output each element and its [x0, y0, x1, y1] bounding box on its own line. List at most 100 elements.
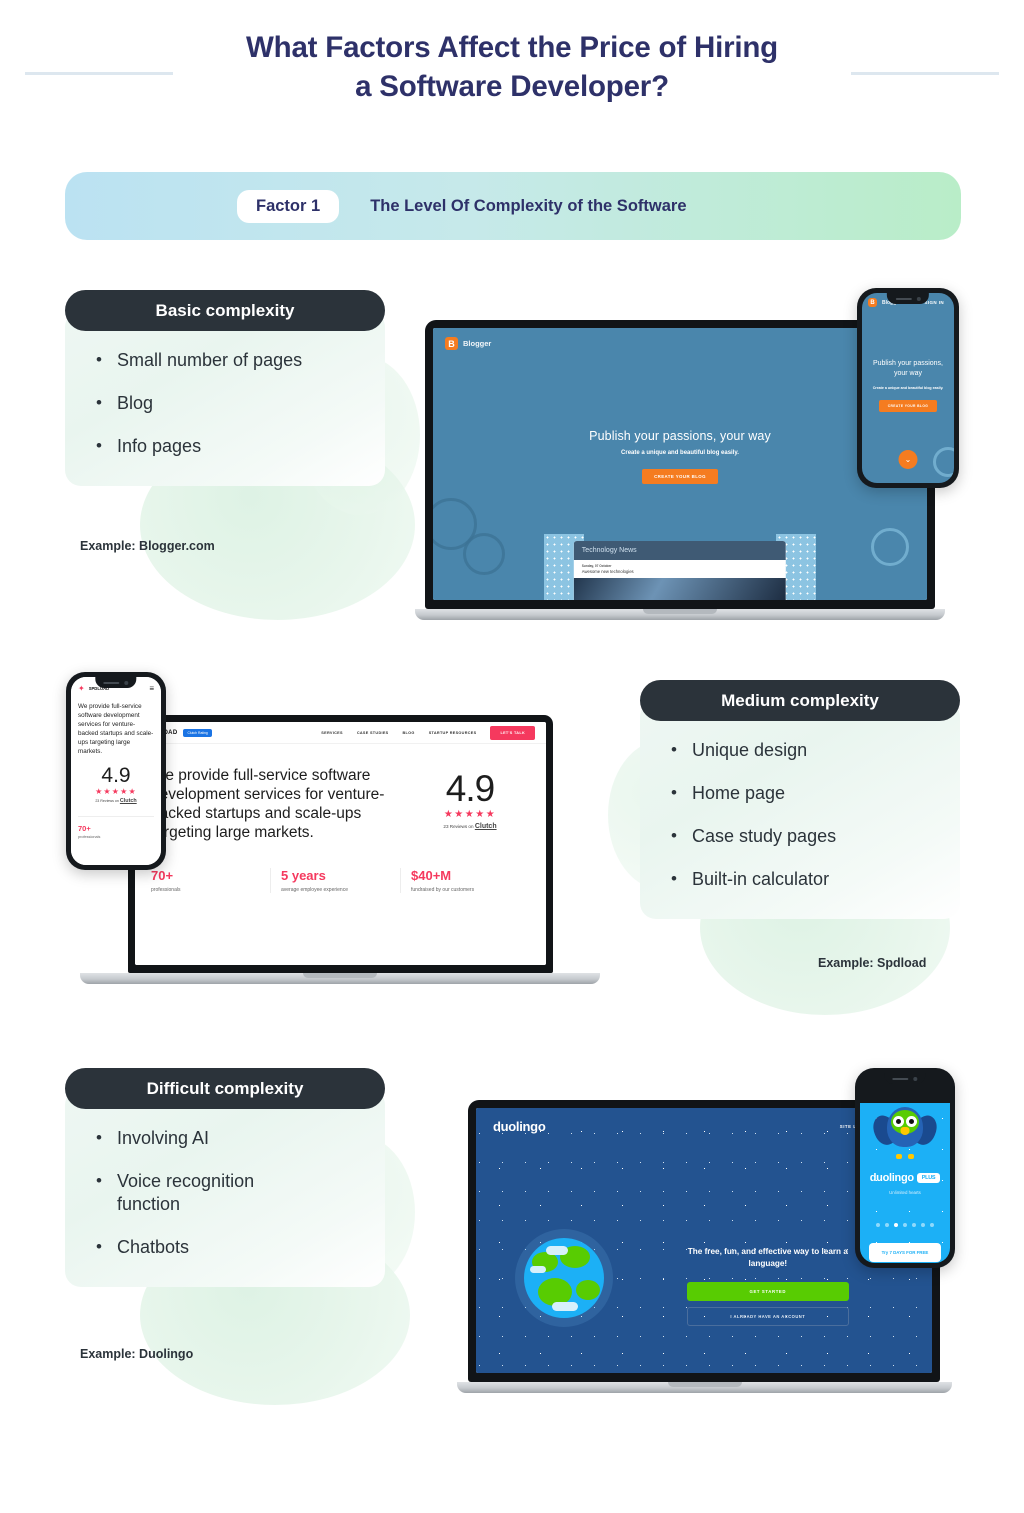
spdload-phone-mockup: ✦ SPDLOAD ≡ We provide full-service soft… — [66, 672, 166, 870]
nav-item-startup-resources[interactable]: STARTUP RESOURCES — [429, 731, 477, 735]
medium-complexity-card-body: Unique design Home page Case study pages… — [640, 701, 960, 919]
difficult-complexity-card: Difficult complexity Involving AI Voice … — [65, 1068, 385, 1287]
globe-cloud — [551, 1301, 578, 1311]
stat-label: average employee experience — [281, 887, 348, 893]
spdload-stats-row: 70+ professionals 5 years average employ… — [135, 842, 546, 893]
stat-professionals: 70+ professionals — [151, 868, 271, 893]
list-item: Involving AI — [91, 1126, 359, 1150]
phone-speaker — [892, 1077, 909, 1080]
carousel-dot[interactable] — [930, 1223, 934, 1227]
laptop-lid: SPDLOAD Clutch Rating SERVICES CASE STUD… — [128, 715, 553, 973]
blogger-signin-link[interactable]: SIGN IN — [924, 300, 944, 305]
laptop-base-notch — [303, 973, 377, 978]
list-item: Case study pages — [666, 824, 934, 848]
duolingo-get-started-button[interactable]: GET STARTED — [686, 1281, 849, 1301]
carousel-dot[interactable] — [876, 1223, 880, 1227]
duolingo-have-account-button[interactable]: I ALREADY HAVE AN ACCOUNT — [686, 1306, 849, 1326]
spdload-mobile-reviews: 23 Reviews on Clutch — [78, 798, 154, 804]
blogger-mobile-fab[interactable]: ⌄ — [898, 450, 918, 469]
blogger-mobile-hero: Publish your passions, your way Create a… — [862, 359, 954, 412]
blogger-laptop-screen: B Blogger Publish your passions, your wa… — [433, 328, 927, 600]
basic-complexity-bullet-list: Small number of pages Blog Info pages — [91, 348, 359, 458]
stat-value: $40+M — [411, 868, 452, 883]
hamburger-menu-icon[interactable]: ≡ — [149, 684, 154, 693]
blogger-news-title: Awesome new technologies — [581, 569, 634, 574]
duolingo-plus-brand: duolingo PLUS — [860, 1172, 950, 1184]
spdload-rating-score: 4.9 — [445, 768, 495, 809]
carousel-dot[interactable] — [921, 1223, 925, 1227]
owl-beak — [900, 1127, 910, 1135]
spdload-mark-icon: ✦ — [78, 684, 85, 693]
globe-cloud — [545, 1245, 568, 1255]
list-item: Blog — [91, 391, 359, 415]
phone-camera-icon — [916, 296, 921, 301]
phone-notch — [884, 1073, 926, 1084]
carousel-dot[interactable] — [912, 1223, 916, 1227]
page-header: What Factors Affect the Price of Hiring … — [0, 28, 1024, 106]
medium-complexity-card: Medium complexity Unique design Home pag… — [640, 680, 960, 919]
blogger-subhead: Create a unique and beautiful blog easil… — [621, 449, 739, 456]
medium-complexity-bullet-list: Unique design Home page Case study pages… — [666, 738, 934, 891]
spdload-phone-screen: ✦ SPDLOAD ≡ We provide full-service soft… — [71, 677, 161, 865]
nav-item-case-studies[interactable]: CASE STUDIES — [357, 731, 389, 735]
basic-complexity-card: Basic complexity Small number of pages B… — [65, 290, 385, 486]
list-item: Built-in calculator — [666, 867, 934, 891]
stat-label: fundraised by our customers — [411, 887, 475, 893]
spdload-mobile-site: ✦ SPDLOAD ≡ We provide full-service soft… — [71, 677, 161, 865]
duolingo-phone-mockup: duolingo PLUS Unlimited hearts Try 7 DAYS… — [855, 1068, 955, 1268]
carousel-dot[interactable] — [903, 1223, 907, 1227]
stat-value: 70+ — [78, 824, 91, 833]
carousel-dot-active[interactable] — [894, 1223, 898, 1227]
duolingo-owl-mascot-icon — [869, 1103, 941, 1159]
nav-item-services[interactable]: SERVICES — [321, 731, 343, 735]
nav-item-blog[interactable]: BLOG — [403, 731, 415, 735]
phone-body: ✦ SPDLOAD ≡ We provide full-service soft… — [66, 672, 166, 870]
stat-fundraised: $40+M fundraised by our customers — [411, 868, 530, 893]
duolingo-try-free-button[interactable]: Try 7 DAYS FOR FREE — [869, 1243, 941, 1262]
carousel-dots[interactable] — [860, 1223, 950, 1227]
stat-label: professionals — [151, 887, 181, 893]
spdload-reviews-count: 23 Reviews on — [443, 824, 475, 829]
stat-value: 70+ — [151, 868, 174, 883]
spdload-rating-stars: ★★★★★ — [443, 809, 497, 820]
duolingo-brand: duolingo — [493, 1119, 546, 1134]
clutch-brand: Clutch — [119, 798, 137, 804]
owl-pupil — [896, 1119, 901, 1124]
duolingo-globe-illustration — [523, 1237, 604, 1318]
laptop-base — [415, 609, 945, 620]
blogger-logo-icon: B — [445, 337, 458, 350]
blogger-news-card-title: Technology News — [573, 541, 787, 560]
medium-complexity-card-title: Medium complexity — [640, 680, 960, 721]
owl-foot-left — [896, 1154, 902, 1159]
spdload-rating-block: 4.9 ★★★★★ 23 Reviews on Clutch — [410, 766, 530, 842]
factor-number-pill: Factor 1 — [237, 189, 340, 223]
phone-speaker — [103, 681, 120, 684]
blogger-logo-icon: B — [868, 298, 877, 307]
difficult-example-label: Example: Duolingo — [80, 1347, 194, 1361]
owl-eye-right — [906, 1116, 917, 1127]
blogger-cta-button[interactable]: CREATE YOUR BLOG — [642, 468, 718, 484]
carousel-dot[interactable] — [885, 1223, 889, 1227]
spdload-mobile-stars: ★★★★★ — [95, 787, 137, 796]
page-title: What Factors Affect the Price of Hiring … — [0, 28, 1024, 106]
laptop-base-notch — [667, 1382, 742, 1387]
factor-banner: Factor 1 The Level Of Complexity of the … — [65, 172, 961, 240]
blogger-mobile-cta-button[interactable]: CREATE YOUR BLOG — [878, 400, 938, 412]
blogger-mobile-subhead: Create a unique and beautiful blog easil… — [872, 386, 944, 390]
blogger-hero: Publish your passions, your way Create a… — [433, 429, 927, 484]
phone-camera-icon — [913, 1076, 918, 1081]
stat-value: 5 years — [281, 868, 326, 883]
laptop-base — [80, 973, 600, 984]
title-rule-left — [25, 72, 173, 75]
duolingo-brand: duolingo — [869, 1172, 914, 1184]
list-item: Chatbots — [91, 1235, 359, 1259]
difficult-complexity-bullet-list: Involving AI Voice recognition function … — [91, 1126, 359, 1259]
blogger-brand: Blogger — [463, 339, 492, 348]
spdload-laptop-screen: SPDLOAD Clutch Rating SERVICES CASE STUD… — [135, 722, 546, 965]
blogger-news-image — [573, 578, 787, 600]
phone-body: B Blogger SIGN IN Publish your passions,… — [857, 288, 959, 488]
spdload-cta-button[interactable]: LET'S TALK — [490, 725, 535, 740]
phone-notch — [886, 293, 930, 304]
phone-body: duolingo PLUS Unlimited hearts Try 7 DAYS… — [855, 1068, 955, 1268]
medium-example-label: Example: Spdload — [818, 956, 927, 970]
